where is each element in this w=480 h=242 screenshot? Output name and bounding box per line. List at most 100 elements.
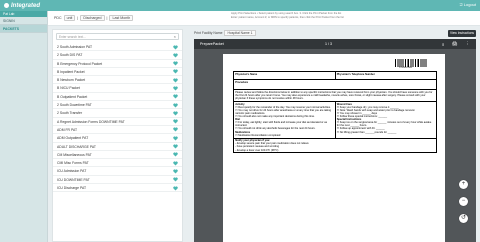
packet-name: 2 South Downtime PAT (57, 103, 92, 108)
packet-list-item[interactable]: B NICU Packet (53, 84, 182, 93)
packet-list-item[interactable]: ICU Discharge PAT (53, 184, 182, 193)
packet-name: CMI Misc Forms PAT (57, 161, 89, 166)
reset-zoom-button[interactable]: ↺ (459, 214, 468, 223)
favorite-heart-icon[interactable] (173, 61, 178, 66)
filter-label: PDC (54, 16, 62, 20)
favorite-heart-icon[interactable] (173, 86, 178, 91)
search-placeholder: Enter search text... (59, 35, 86, 39)
packet-name: B Outpatient Packet (57, 94, 88, 99)
physician-phone-label: Physician's Telephone Number (334, 72, 437, 79)
favorite-heart-icon[interactable] (173, 169, 178, 174)
status-select[interactable]: Discharged (80, 15, 105, 21)
packet-name: A Regnet Admission Forms DOWNTIME PAT (57, 119, 125, 124)
pdf-filename: PreparePacket (200, 42, 224, 46)
procedure-row: Procedure (234, 80, 436, 90)
packet-list-item[interactable]: ICU DOWNTIME PAT (53, 176, 182, 185)
favorite-heart-icon[interactable] (173, 152, 178, 157)
print-facility-row: Print Facility Name Hospital Name 1 (194, 30, 256, 36)
medications-item: ☐ Medication Reconciliation completed (235, 133, 281, 137)
print-icon[interactable]: 🖨 (452, 41, 458, 49)
favorite-heart-icon[interactable] (173, 127, 178, 132)
packet-list-item[interactable]: ADM FR PAT (53, 126, 182, 135)
special-item: ☐ No lifting greater than ______ pounds … (336, 130, 397, 134)
search-input[interactable]: Enter search text... × (56, 33, 179, 40)
intro-row: Please review and follow the directions … (234, 90, 436, 102)
clear-search-icon[interactable]: × (174, 34, 176, 40)
packet-list-item[interactable]: ADULT DISCHARGE PAT (53, 143, 182, 151)
packet-name: B NICU Packet (57, 86, 80, 91)
more-menu-icon[interactable]: ⋮ (466, 41, 471, 49)
packet-list-item[interactable]: CMI Misc Forms PAT (53, 159, 182, 168)
logout-button[interactable]: ⎋ Logout (460, 2, 476, 7)
packet-name: B Inpatient Packet (57, 69, 85, 74)
logout-icon: ⎋ (459, 2, 463, 7)
zoom-controls: + − ↺ (459, 180, 468, 223)
favorite-heart-icon[interactable] (173, 177, 178, 182)
left-column: Activity ☐ Rest quietly for the remainde… (234, 102, 335, 138)
left-nav: Pat Lab SIGNIN PACKETS (0, 11, 48, 242)
nav-item-signin[interactable]: SIGNIN (0, 17, 47, 25)
favorite-heart-icon[interactable] (173, 45, 178, 50)
favorite-heart-icon[interactable] (173, 161, 178, 166)
favorite-heart-icon[interactable] (173, 78, 178, 83)
packet-name: ADM FR PAT (57, 127, 78, 132)
favorite-heart-icon[interactable] (173, 119, 178, 124)
packet-list-item[interactable]: ADM Outpatient PAT (53, 134, 182, 143)
instructions-notes: Apply Print Selections • Select patient … (231, 12, 344, 19)
app-logo: Integrated (4, 3, 40, 9)
packet-name: ICU Discharge PAT (57, 186, 87, 191)
packet-list: 2 South Admission PAT 2 South DIS PAT B Em… (53, 43, 182, 193)
packet-list-item[interactable]: CM Miscellaneous PAT (53, 151, 182, 160)
pdf-page: 12345678901 Physician's Name Physician's… (223, 54, 445, 242)
zoom-out-button[interactable]: − (459, 197, 468, 206)
favorite-heart-icon[interactable] (173, 53, 178, 58)
facility-select[interactable]: Hospital Name 1 (224, 30, 256, 36)
favorite-heart-icon[interactable] (173, 111, 178, 116)
filter-separator: | (77, 16, 79, 20)
barcode (395, 59, 427, 67)
barcode-number: 12345678901 (399, 67, 413, 69)
favorite-heart-icon[interactable] (173, 94, 178, 99)
packet-list-item[interactable]: 2 South Downtime PAT (53, 101, 182, 110)
packet-list-item[interactable]: B Inpatient Packet (53, 68, 182, 77)
logo-text: Integrated (11, 2, 41, 9)
page-counter: 1 / 3 (325, 42, 332, 46)
physician-row: Physician's Name Physician's Telephone N… (234, 72, 436, 80)
packet-name: 2 South Transfer (57, 111, 83, 116)
notify-section: Notify your physician if you: - develop … (234, 139, 436, 153)
packet-name: B Newborn Packet (57, 78, 86, 83)
download-icon[interactable]: ⭳ (442, 41, 444, 49)
packet-name: ICU DOWNTIME PAT (57, 177, 90, 182)
top-bar: Integrated ⎋ Logout (0, 0, 480, 11)
unit-select[interactable]: unit (63, 15, 76, 21)
view-instructions-button[interactable]: View Instructions (448, 30, 476, 37)
favorite-heart-icon[interactable] (173, 136, 178, 141)
note-line: Enter: patient name, Account #, or MRN t… (231, 15, 344, 19)
packet-list-item[interactable]: 2 South Admission PAT (53, 43, 182, 52)
nav-item-packets[interactable]: PACKETS (0, 25, 47, 33)
pdf-viewer: PreparePacket 1 / 3 ⭳ 🖨 ⋮ 12345678901 Ph… (194, 39, 476, 242)
packet-list-item[interactable]: 2 South DIS PAT (53, 51, 182, 60)
packet-list-item[interactable]: ICU Admission PAT (53, 167, 182, 176)
favorite-heart-icon[interactable] (173, 186, 178, 191)
packet-list-item[interactable]: B Outpatient Packet (53, 93, 182, 102)
packet-list-item[interactable]: B Newborn Packet (53, 76, 182, 85)
instructions-grid: Activity ☐ Rest quietly for the remainde… (234, 101, 436, 139)
discharge-form: Physician's Name Physician's Telephone N… (233, 71, 437, 154)
packet-list-item[interactable]: A Regnet Admission Forms DOWNTIME PAT (53, 118, 182, 126)
packet-name: ADULT DISCHARGE PAT (57, 144, 96, 149)
packet-name: ADM Outpatient PAT (57, 136, 89, 141)
packet-name: CM Miscellaneous PAT (57, 152, 92, 157)
favorite-heart-icon[interactable] (173, 69, 178, 74)
zoom-in-button[interactable]: + (459, 180, 468, 189)
period-select[interactable]: Last Month (109, 15, 134, 21)
favorite-heart-icon[interactable] (173, 103, 178, 108)
packet-name: 2 South DIS PAT (57, 53, 83, 58)
filter-bar: PDC unit | Discharged | Last Month Apply… (48, 11, 480, 26)
packet-name: 2 South Admission PAT (57, 45, 93, 49)
filter-separator-2: | (106, 16, 108, 20)
packet-list-item[interactable]: B Emergency Protocol Packet (53, 60, 182, 68)
favorite-heart-icon[interactable] (173, 144, 178, 149)
procedure-label: Procedure (235, 80, 249, 84)
packet-list-item[interactable]: 2 South Transfer (53, 109, 182, 118)
